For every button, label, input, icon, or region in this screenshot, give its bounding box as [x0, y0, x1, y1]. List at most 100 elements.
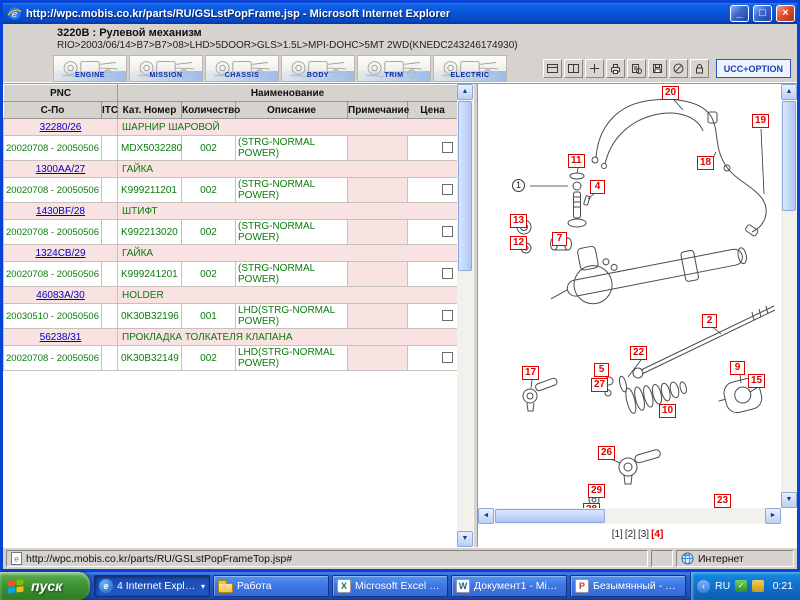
select-part-checkbox[interactable] [442, 226, 453, 237]
pnc-link[interactable]: 32280/26 [40, 122, 82, 133]
pnc-link[interactable]: 1324CB/29 [35, 248, 85, 259]
pnc-link[interactable]: 56238/31 [40, 332, 82, 343]
pnc-link[interactable]: 1300AA/27 [36, 164, 86, 175]
diagram-part-label-4[interactable]: 4 [590, 180, 605, 194]
scroll-down-icon[interactable]: ▼ [781, 492, 797, 508]
scroll-up-icon[interactable]: ▲ [457, 84, 473, 100]
diagram-part-label-15[interactable]: 15 [748, 374, 765, 388]
tab-electric[interactable]: ELECTRIC [433, 55, 507, 82]
tile-horizontal-button[interactable] [543, 59, 562, 78]
parts-list-scrollbar[interactable]: ▲ ▼ [457, 84, 473, 547]
tab-body[interactable]: BODY [281, 55, 355, 82]
period-cell: 20020708 - 20050506 [4, 220, 102, 245]
tray-status-icon[interactable] [752, 580, 764, 592]
expand-icon [588, 62, 601, 75]
taskbar-button-4[interactable]: WДокумент1 - Microso... [451, 575, 567, 597]
pnc-link[interactable]: 46083A/30 [36, 290, 84, 301]
note-cell [348, 262, 408, 287]
part-group-row: 32280/26ШАРНИР ШАРОВОЙ [4, 119, 458, 136]
select-part-checkbox[interactable] [442, 352, 453, 363]
select-part-checkbox[interactable] [442, 142, 453, 153]
diagram-vscrollbar[interactable]: ▲ ▼ [781, 84, 797, 508]
clock: 0:21 [773, 580, 793, 592]
select-part-checkbox[interactable] [442, 310, 453, 321]
save-icon [651, 62, 664, 75]
diagram-part-label-22[interactable]: 22 [630, 346, 647, 360]
lock-button[interactable] [690, 59, 709, 78]
page-icon: e [11, 552, 22, 565]
diagram-part-label-11[interactable]: 11 [568, 154, 585, 168]
scrollbar-thumb[interactable] [782, 101, 796, 211]
ucc-option-button[interactable]: UCC+OPTION [716, 59, 791, 78]
tile-vertical-button[interactable] [564, 59, 583, 78]
scrollbar-thumb[interactable] [458, 101, 472, 271]
diagram-part-label-29[interactable]: 29 [588, 484, 605, 498]
page-link-3[interactable]: [3] [638, 529, 649, 540]
scroll-down-icon[interactable]: ▼ [457, 531, 473, 547]
diagram-hscrollbar[interactable]: ◄ ► [478, 508, 781, 524]
diagram-part-label-17[interactable]: 17 [522, 366, 539, 380]
language-indicator[interactable]: RU [715, 580, 730, 592]
print-preview-button[interactable] [627, 59, 646, 78]
taskbar-button-2[interactable]: Работа [213, 575, 329, 597]
tray-status-icon[interactable]: ✓ [735, 580, 747, 592]
scrollbar-thumb[interactable] [495, 509, 605, 523]
pnc-link[interactable]: 1430BF/28 [36, 206, 85, 217]
diagram-part-label-13[interactable]: 13 [510, 214, 527, 228]
diagram-part-label-10[interactable]: 10 [659, 404, 676, 418]
diagram-part-label-2[interactable]: 2 [702, 314, 717, 328]
block-button[interactable] [669, 59, 688, 78]
security-zone-label: Интернет [698, 553, 744, 565]
tab-chassis[interactable]: CHASSIS [205, 55, 279, 82]
select-part-checkbox[interactable] [442, 268, 453, 279]
tab-trim[interactable]: TRIM [357, 55, 431, 82]
close-button[interactable]: × [776, 5, 795, 22]
globe-icon [681, 552, 694, 565]
breadcrumb: RIO>2003/06/14>B7>B7>08>LHD>5DOOR>GLS>1.… [57, 40, 797, 51]
diagram-part-label-26[interactable]: 26 [598, 446, 615, 460]
part-detail-row: 20020708 - 200505060K30B32149002LHD(STRG… [4, 346, 458, 371]
taskbar-button-3[interactable]: XMicrosoft Excel - service [332, 575, 448, 597]
hide-tray-icons-icon[interactable]: ‹ [697, 580, 710, 593]
tab-mission[interactable]: MISSION [129, 55, 203, 82]
expand-button[interactable] [585, 59, 604, 78]
part-number-cell: 0K30B32149 [118, 346, 182, 371]
description-cell: LHD(STRG-NORMAL POWER) [236, 304, 348, 329]
diagram-part-label-12[interactable]: 12 [510, 236, 527, 250]
diagram-part-label-9[interactable]: 9 [730, 361, 745, 375]
taskbar-button-5[interactable]: PБезымянный - Paint [570, 575, 686, 597]
start-button[interactable]: пуск [0, 572, 90, 600]
status-bar: e http://wpc.mobis.co.kr/parts/RU/GSLstP… [3, 547, 797, 569]
price-cell [408, 304, 458, 329]
scroll-left-icon[interactable]: ◄ [478, 508, 494, 524]
note-cell [348, 220, 408, 245]
diagram-part-label-18[interactable]: 18 [697, 156, 714, 170]
diagram-part-label-19[interactable]: 19 [752, 114, 769, 128]
select-part-checkbox[interactable] [442, 184, 453, 195]
part-name: ГАЙКА [118, 245, 458, 262]
page-link-2[interactable]: [2] [625, 529, 636, 540]
diagram-part-label-20[interactable]: 20 [662, 86, 679, 100]
maximize-button[interactable]: □ [753, 5, 772, 22]
scroll-right-icon[interactable]: ► [765, 508, 781, 524]
diagram-part-label-27[interactable]: 27 [591, 378, 608, 392]
minimize-button[interactable]: _ [730, 5, 749, 22]
page-link-1[interactable]: [1] [612, 529, 623, 540]
description-cell: (STRG-NORMAL POWER) [236, 262, 348, 287]
itc-cell [102, 262, 118, 287]
save-button[interactable] [648, 59, 667, 78]
diagram-part-label-5[interactable]: 5 [594, 363, 609, 377]
taskbar-button-1[interactable]: e4 Internet Explorer▾ [94, 575, 210, 597]
tab-engine[interactable]: ENGINE [53, 55, 127, 82]
period-cell: 20020708 - 20050506 [4, 178, 102, 203]
diagram-part-label-7[interactable]: 7 [552, 232, 567, 246]
itc-cell [102, 136, 118, 161]
page-link-4[interactable]: [4] [651, 529, 663, 540]
print-button[interactable] [606, 59, 625, 78]
price-cell [408, 178, 458, 203]
scroll-up-icon[interactable]: ▲ [781, 84, 797, 100]
part-detail-row: 20030510 - 200505060K30B32196001LHD(STRG… [4, 304, 458, 329]
col-header-note: Примечание [348, 102, 408, 119]
itc-cell [102, 178, 118, 203]
diagram-part-label-23[interactable]: 23 [714, 494, 731, 508]
